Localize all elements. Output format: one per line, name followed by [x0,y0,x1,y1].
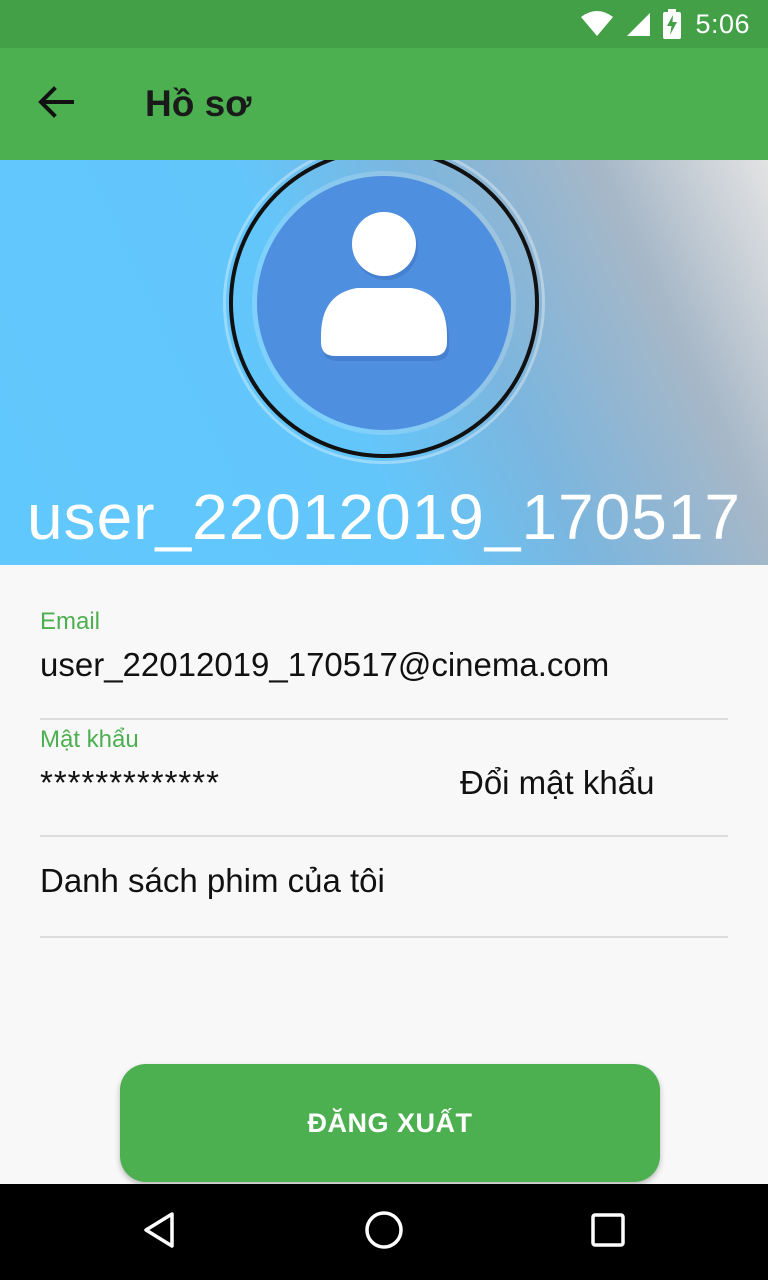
my-movie-list-item[interactable]: Danh sách phim của tôi [40,862,728,900]
avatar[interactable] [223,160,545,464]
email-label: Email [40,608,101,635]
app-bar: Hồ sơ [0,48,768,160]
logout-button[interactable]: ĐĂNG XUẤT [120,1064,660,1182]
nav-back-button[interactable] [112,1184,208,1280]
divider [40,835,728,837]
back-button[interactable] [0,48,112,160]
divider [40,936,728,938]
nav-home-icon [363,1209,405,1256]
arrow-left-icon [38,85,74,123]
status-time: 5:06 [695,8,750,39]
email-field: Email user_22012019_170517@cinema.com [40,608,728,684]
battery-charging-icon [663,9,682,39]
system-nav-bar [0,1184,768,1280]
password-label: Mật khẩu [40,726,139,753]
profile-screen: 5:06 Hồ sơ user_22012019_170517 Email us… [0,0,768,1280]
cell-signal-icon [625,11,651,37]
person-icon [257,176,511,430]
nav-recents-icon [590,1212,626,1253]
divider [40,718,728,720]
profile-username: user_22012019_170517 [27,481,741,553]
change-password-button[interactable]: Đổi mật khẩu [460,764,654,802]
wifi-icon [581,11,614,37]
nav-recents-button[interactable] [560,1184,656,1280]
page-title: Hồ sơ [145,83,252,124]
email-value: user_22012019_170517@cinema.com [40,646,610,683]
nav-back-icon [140,1210,180,1255]
nav-home-button[interactable] [336,1184,432,1280]
status-bar: 5:06 [0,0,768,48]
